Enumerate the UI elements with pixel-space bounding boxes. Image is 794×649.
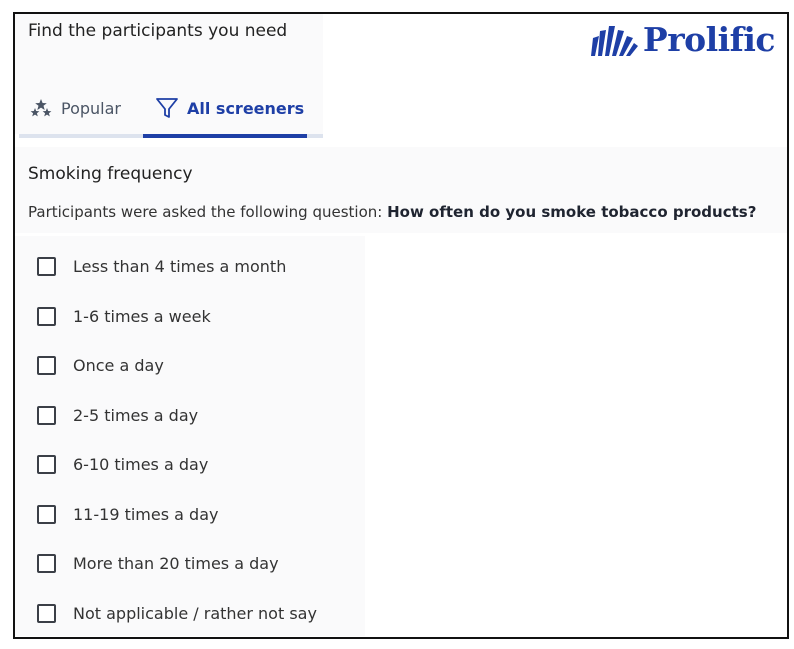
option-label: Less than 4 times a month bbox=[73, 256, 287, 276]
question-prefix: Participants were asked the following qu… bbox=[28, 203, 388, 221]
checkbox[interactable] bbox=[37, 603, 56, 623]
checkbox[interactable] bbox=[37, 504, 56, 524]
screener-header: Smoking frequency Participants were aske… bbox=[15, 147, 787, 233]
option-label: Once a day bbox=[73, 355, 164, 375]
prolific-sunburst-logo-icon bbox=[590, 26, 638, 56]
screener-question: Participants were asked the following qu… bbox=[28, 203, 756, 221]
option-label: Not applicable / rather not say bbox=[73, 603, 317, 623]
option-label: More than 20 times a day bbox=[73, 553, 279, 573]
option-label: 2-5 times a day bbox=[73, 405, 199, 425]
screener-tabs: Popular All screeners bbox=[19, 82, 323, 138]
screener-panel: Find the participants you need Prolific bbox=[13, 12, 789, 639]
checkbox[interactable] bbox=[37, 306, 56, 326]
checkbox[interactable] bbox=[37, 553, 56, 573]
prolific-logo: Prolific bbox=[589, 20, 776, 59]
option-6-10-times-a-day[interactable]: 6-10 times a day bbox=[37, 449, 208, 479]
option-1-6-times-a-week[interactable]: 1-6 times a week bbox=[37, 301, 211, 331]
logo-text: Prolific bbox=[642, 20, 776, 59]
filter-funnel-icon bbox=[155, 96, 179, 120]
checkbox[interactable] bbox=[37, 256, 56, 276]
option-not-applicable[interactable]: Not applicable / rather not say bbox=[37, 598, 317, 628]
checkbox[interactable] bbox=[37, 454, 56, 474]
screener-title: Smoking frequency bbox=[28, 164, 193, 184]
option-once-a-day[interactable]: Once a day bbox=[37, 350, 164, 380]
option-less-than-4-times-a-month[interactable]: Less than 4 times a month bbox=[37, 251, 286, 281]
option-more-than-20-times-a-day[interactable]: More than 20 times a day bbox=[37, 548, 279, 578]
question-text: How often do you smoke tobacco products? bbox=[387, 203, 757, 221]
option-label: 11-19 times a day bbox=[73, 504, 219, 524]
tab-popular[interactable]: Popular bbox=[29, 82, 121, 134]
tab-all-screeners-label: All screeners bbox=[187, 98, 305, 118]
option-11-19-times-a-day[interactable]: 11-19 times a day bbox=[37, 499, 218, 529]
page-title: Find the participants you need bbox=[28, 21, 288, 41]
option-2-5-times-a-day[interactable]: 2-5 times a day bbox=[37, 400, 198, 430]
screener-options: Less than 4 times a month 1-6 times a we… bbox=[15, 236, 365, 636]
tab-all-screeners[interactable]: All screeners bbox=[143, 82, 307, 138]
option-label: 1-6 times a week bbox=[73, 306, 211, 326]
checkbox[interactable] bbox=[37, 355, 56, 375]
option-label: 6-10 times a day bbox=[73, 454, 209, 474]
tab-popular-label: Popular bbox=[61, 98, 121, 118]
stars-icon bbox=[29, 97, 53, 119]
checkbox[interactable] bbox=[37, 405, 56, 425]
